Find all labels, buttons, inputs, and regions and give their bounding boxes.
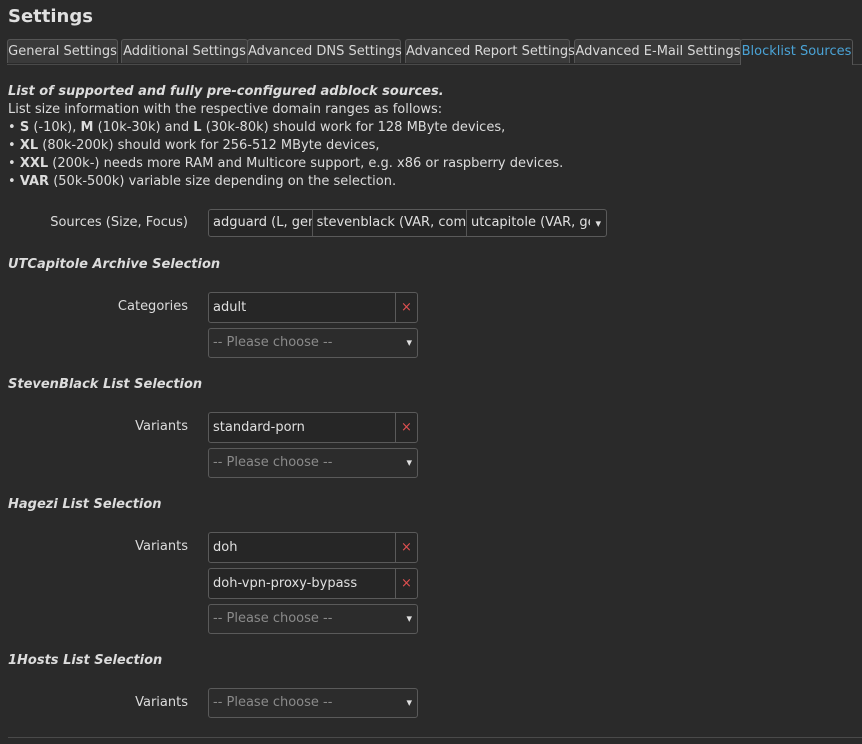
tag-value: doh-vpn-proxy-bypass [213, 576, 358, 591]
source-chip-stevenblack[interactable]: stevenblack (VAR, compilation) [313, 210, 467, 236]
select-placeholder: -- Please choose -- [213, 455, 333, 470]
tab-bar: General Settings Additional Settings Adv… [7, 39, 862, 65]
chevron-down-icon: ▾ [406, 336, 412, 349]
chevron-down-icon[interactable]: ▾ [590, 217, 606, 230]
tag-value: adult [213, 300, 247, 315]
tab-additional-settings[interactable]: Additional Settings [121, 39, 248, 63]
utcapitole-heading: UTCapitole Archive Selection [8, 257, 221, 272]
stevenblack-variants-label: Variants [135, 419, 188, 434]
page-title: Settings [8, 6, 93, 27]
chevron-down-icon: ▾ [406, 456, 412, 469]
remove-icon[interactable]: × [395, 569, 417, 598]
settings-page: Settings General Settings Additional Set… [0, 0, 862, 744]
remove-icon[interactable]: × [395, 293, 417, 322]
source-chip-adguard[interactable]: adguard (L, general) [209, 210, 313, 236]
tab-general-settings[interactable]: General Settings [7, 39, 118, 63]
tag-value: standard-porn [213, 420, 305, 435]
onehosts-choose-select[interactable]: -- Please choose -- ▾ [208, 688, 418, 718]
remove-icon[interactable]: × [395, 533, 417, 562]
intro-bullet-var: • VAR (50k-500k) variable size depending… [8, 174, 397, 189]
tab-advanced-email-settings[interactable]: Advanced E-Mail Settings [574, 39, 742, 63]
intro-line: List size information with the respectiv… [8, 102, 443, 117]
remove-icon[interactable]: × [395, 413, 417, 442]
stevenblack-heading: StevenBlack List Selection [8, 377, 203, 392]
sources-multiselect[interactable]: adguard (L, general) stevenblack (VAR, c… [208, 209, 607, 237]
tab-advanced-report-settings[interactable]: Advanced Report Settings [405, 39, 575, 63]
intro-bullet-s-m-l: • S (-10k), M (10k-30k) and L (30k-80k) … [8, 120, 506, 135]
tag-value: doh [213, 540, 238, 555]
chevron-down-icon: ▾ [406, 612, 412, 625]
divider [8, 737, 862, 738]
select-placeholder: -- Please choose -- [213, 611, 333, 626]
tab-advanced-dns-settings[interactable]: Advanced DNS Settings [247, 39, 402, 63]
onehosts-variants-label: Variants [135, 695, 188, 710]
stevenblack-tag-standard-porn: standard-porn × [208, 412, 418, 443]
hagezi-heading: Hagezi List Selection [8, 497, 162, 512]
stevenblack-choose-select[interactable]: -- Please choose -- ▾ [208, 448, 418, 478]
intro-description: List of supported and fully pre-configur… [8, 83, 848, 191]
hagezi-tag-doh: doh × [208, 532, 418, 563]
hagezi-choose-select[interactable]: -- Please choose -- ▾ [208, 604, 418, 634]
select-placeholder: -- Please choose -- [213, 695, 333, 710]
source-chip-utcapitole[interactable]: utcapitole (VAR, general) [467, 210, 591, 236]
intro-bullet-xxl: • XXL (200k-) needs more RAM and Multico… [8, 156, 564, 171]
hagezi-tag-doh-vpn-proxy-bypass: doh-vpn-proxy-bypass × [208, 568, 418, 599]
chevron-down-icon: ▾ [406, 696, 412, 709]
select-placeholder: -- Please choose -- [213, 335, 333, 350]
hagezi-variants-label: Variants [135, 539, 188, 554]
utcapitole-categories-label: Categories [117, 299, 188, 314]
intro-lead: List of supported and fully pre-configur… [8, 84, 444, 99]
onehosts-heading: 1Hosts List Selection [8, 653, 163, 668]
tab-blocklist-sources[interactable]: Blocklist Sources [740, 39, 853, 65]
sources-label: Sources (Size, Focus) [50, 215, 188, 230]
intro-bullet-xl: • XL (80k-200k) should work for 256-512 … [8, 138, 380, 153]
utcapitole-tag-adult: adult × [208, 292, 418, 323]
utcapitole-choose-select[interactable]: -- Please choose -- ▾ [208, 328, 418, 358]
